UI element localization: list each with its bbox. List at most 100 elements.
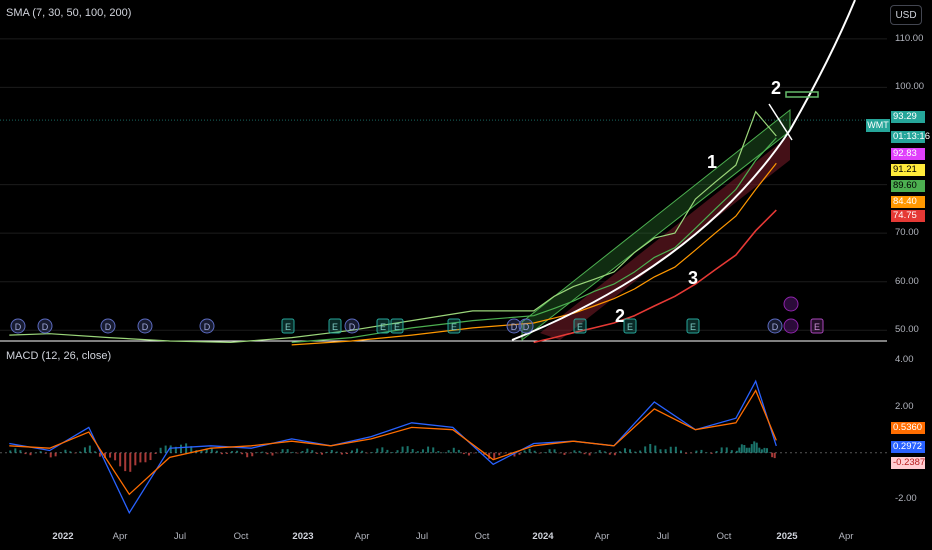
histogram-bar <box>401 446 404 453</box>
price-value-label: 74.75 <box>891 210 925 222</box>
histogram-bar <box>768 452 771 453</box>
earnings-marker: E <box>390 318 404 334</box>
marker-letter: E <box>332 322 338 332</box>
dividend-marker: D <box>767 318 783 334</box>
price-value-label: 93.29 <box>891 111 925 123</box>
chart-root: 1232 DDDDDEEDEEEDDEEEDE SMA (7, 30, 50, … <box>0 0 932 550</box>
histogram-bar <box>538 452 541 454</box>
marker-letter: D <box>42 322 49 332</box>
histogram-bar <box>220 452 223 455</box>
time-tick-label: 2024 <box>532 531 554 542</box>
time-tick-label: Apr <box>838 531 854 542</box>
histogram-bar <box>79 451 82 453</box>
symbol-tag: WMT <box>866 119 890 132</box>
grid-layer <box>0 38 932 454</box>
histogram-bar <box>396 450 399 453</box>
macd-tick-label: 2.00 <box>895 400 914 412</box>
histogram-bar <box>356 448 359 453</box>
histogram-bar <box>467 452 470 456</box>
currency-button[interactable]: USD <box>890 5 922 25</box>
macd-value-label: 0.2972 <box>891 441 925 453</box>
histogram-bar <box>740 444 743 453</box>
histogram-bar <box>335 451 338 453</box>
histogram-bar <box>271 452 274 456</box>
chart-canvas[interactable]: 1232 DDDDDEEDEEEDDEEEDE <box>0 0 932 550</box>
histogram-bar <box>54 452 57 457</box>
histogram-bar <box>301 451 304 453</box>
histogram-bar <box>306 448 309 453</box>
histogram-bar <box>568 452 571 454</box>
dividend-marker: D <box>100 318 116 334</box>
histogram-bar <box>19 450 22 453</box>
histogram-bar <box>421 449 424 453</box>
histogram-bar <box>710 452 713 454</box>
price-value-label: 91.21 <box>891 164 925 176</box>
marker-letter: D <box>523 322 530 332</box>
histogram-bar <box>246 452 249 458</box>
histogram-bar <box>437 451 440 453</box>
sma-indicator-title[interactable]: SMA (7, 30, 50, 100, 200) <box>6 7 131 19</box>
histogram-bar <box>427 446 430 453</box>
histogram-bar <box>366 452 369 454</box>
histogram-bar <box>321 452 324 455</box>
marker-letter: D <box>15 322 22 332</box>
time-tick-label: Oct <box>474 531 490 542</box>
marker-letter: E <box>285 322 291 332</box>
histogram-bar <box>39 451 42 453</box>
macd-value-label: -0.2387 <box>891 457 926 469</box>
dividend-marker: D <box>199 318 215 334</box>
marker-letter: E <box>394 322 400 332</box>
time-tick-label: 2023 <box>292 531 314 542</box>
histogram-bar <box>690 452 693 454</box>
histogram-bar <box>503 452 506 454</box>
histogram-bar <box>618 451 621 453</box>
histogram-bar <box>345 452 348 455</box>
histogram-bar <box>64 449 67 453</box>
price-tick-label: 70.00 <box>895 227 919 239</box>
histogram-bar <box>543 452 546 453</box>
histogram-bar <box>381 447 384 453</box>
macd-line <box>9 379 777 515</box>
histogram-bar <box>766 448 769 453</box>
earnings-marker: E <box>281 318 295 334</box>
histogram-bar <box>361 450 364 453</box>
histogram-bar <box>473 452 476 454</box>
earnings-marker: E <box>686 318 700 334</box>
dividend-marker: D <box>344 318 360 334</box>
macd-indicator-title[interactable]: MACD (12, 26, close) <box>6 350 111 362</box>
dividend-marker: D <box>10 318 26 334</box>
price-tick-label: 60.00 <box>895 275 919 287</box>
lightning-icon <box>783 318 799 334</box>
histogram-bar <box>548 449 551 453</box>
time-tick-label: Jul <box>415 531 429 542</box>
histogram-bar <box>498 452 501 456</box>
histogram-bar <box>24 452 27 455</box>
histogram-bar <box>705 452 708 454</box>
marker-letter: D <box>142 322 149 332</box>
histogram-bar <box>593 452 596 454</box>
macd-tick-label: -2.00 <box>895 492 917 504</box>
histogram-bar <box>93 451 96 453</box>
histogram-bar <box>88 445 91 453</box>
histogram-bar <box>758 447 761 453</box>
histogram-bar <box>179 444 182 453</box>
histogram-bar <box>83 447 86 453</box>
histogram-bar <box>674 446 677 453</box>
histogram-bar <box>745 447 748 453</box>
wave-label: 3 <box>688 268 698 288</box>
histogram-bar <box>680 450 683 453</box>
histogram-bar <box>9 450 12 453</box>
histogram-bar <box>755 442 758 453</box>
wave-label: 2 <box>771 78 781 98</box>
histogram-bar <box>149 452 152 461</box>
price-tick-label: 100.00 <box>895 81 925 93</box>
histogram-bar <box>49 452 52 458</box>
price-value-label: 89.60 <box>891 180 925 192</box>
histogram-bar <box>644 446 647 453</box>
marker-letter: E <box>451 322 457 332</box>
histogram-bar <box>452 447 455 453</box>
histogram-bar <box>276 452 279 454</box>
histogram-bar <box>432 447 435 453</box>
time-tick-label: Jul <box>173 531 187 542</box>
histogram-bar <box>649 443 652 453</box>
